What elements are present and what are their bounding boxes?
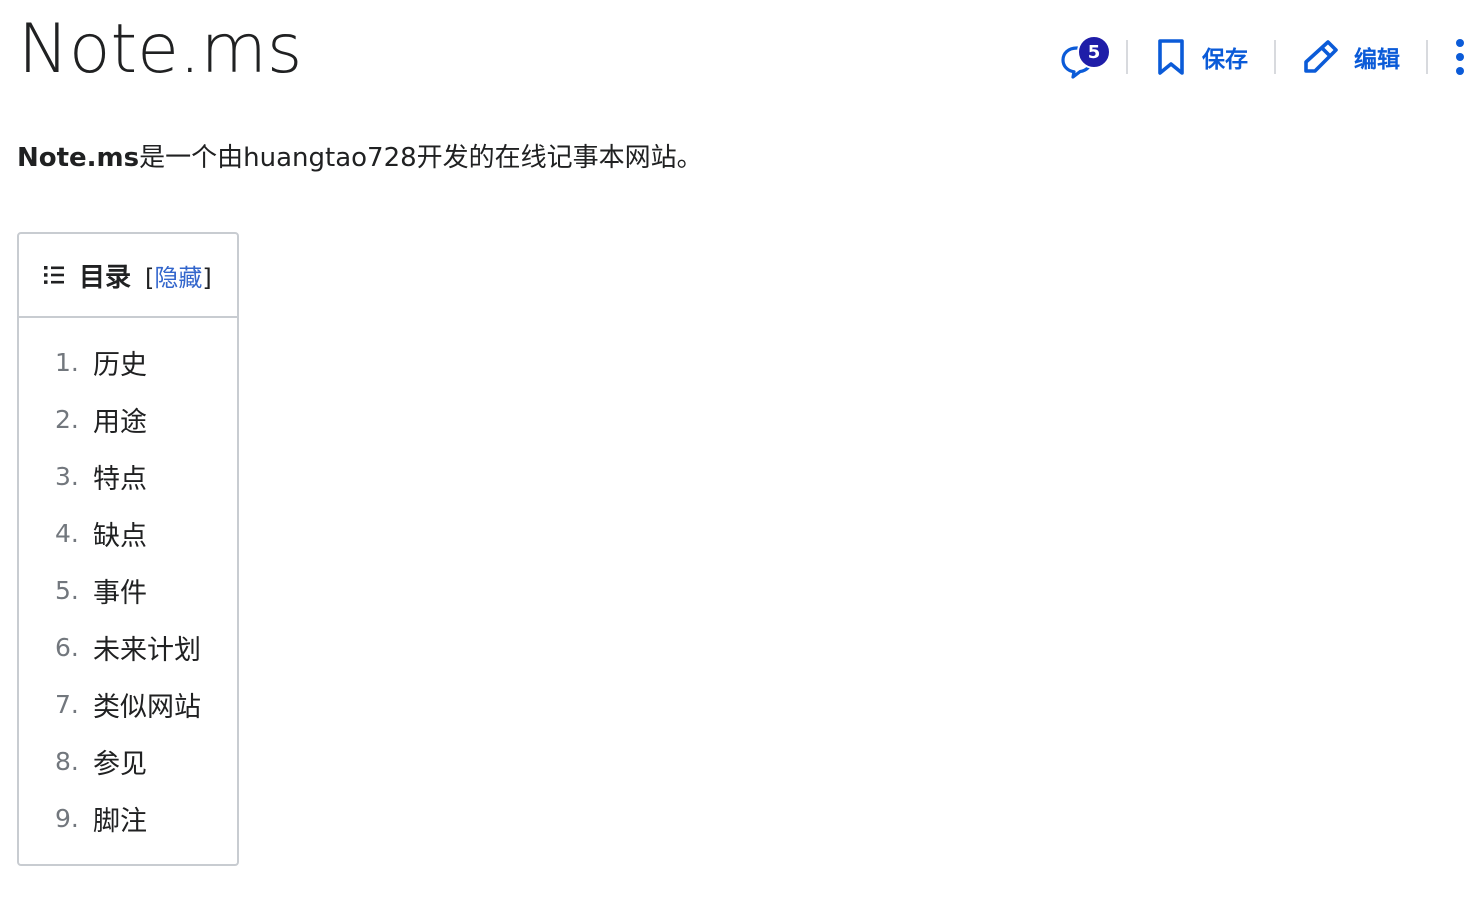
lead-text: 是一个由huangtao728开发的在线记事本网站。	[139, 143, 703, 173]
toc-item[interactable]: 7. 类似网站	[55, 676, 237, 733]
toolbar-divider	[1426, 40, 1428, 74]
toc-bracket-open: [	[145, 263, 155, 292]
toc-title: 目录	[79, 262, 132, 293]
toc-item-label: 缺点	[93, 521, 147, 552]
save-button[interactable]: 保存	[1154, 38, 1248, 76]
toc-item[interactable]: 4. 缺点	[55, 505, 237, 562]
toc-item[interactable]: 1. 历史	[55, 334, 237, 391]
toc-item-label: 类似网站	[93, 692, 201, 723]
toc-item-number: 9.	[55, 804, 79, 833]
toc-item[interactable]: 5. 事件	[55, 562, 237, 619]
toc-item-number: 4.	[55, 519, 79, 548]
toc-item-number: 2.	[55, 405, 79, 434]
toc-hide-link[interactable]: 隐藏	[154, 264, 202, 292]
bulleted-list-icon	[44, 266, 64, 284]
toc-item-label: 脚注	[93, 806, 147, 837]
toolbar-divider	[1274, 40, 1276, 74]
table-of-contents: 目录 [隐藏] 1. 历史 2. 用途 3. 特点 4. 缺点 5. 事件 6. 未来计划 …	[17, 232, 239, 866]
toc-item-label: 历史	[93, 350, 147, 381]
toc-toggle: [隐藏]	[145, 258, 212, 293]
edit-label: 编辑	[1354, 47, 1400, 73]
edit-button[interactable]: 编辑	[1302, 38, 1400, 76]
toc-item[interactable]: 8. 参见	[55, 733, 237, 790]
notification-count-badge: 5	[1077, 35, 1111, 69]
toc-list: 1. 历史 2. 用途 3. 特点 4. 缺点 5. 事件 6. 未来计划 7. 类似网站 8…	[19, 318, 237, 847]
toc-item[interactable]: 6. 未来计划	[55, 619, 237, 676]
toc-item[interactable]: 3. 特点	[55, 448, 237, 505]
toc-bracket-close: ]	[202, 263, 212, 292]
toc-header: 目录 [隐藏]	[19, 234, 237, 318]
page-toolbar: 5 保存 编辑	[1060, 22, 1472, 92]
toc-item-label: 用途	[93, 407, 147, 438]
save-label: 保存	[1202, 47, 1248, 73]
toolbar-divider	[1126, 40, 1128, 74]
lead-paragraph: Note.ms是一个由huangtao728开发的在线记事本网站。	[17, 138, 703, 178]
page-title: Note.ms	[18, 10, 303, 89]
pencil-icon	[1304, 40, 1338, 73]
lead-bold-term: Note.ms	[17, 143, 140, 173]
toc-item-number: 6.	[55, 633, 79, 662]
toc-item-number: 5.	[55, 576, 79, 605]
toc-item-number: 8.	[55, 747, 79, 776]
toc-item-number: 3.	[55, 462, 79, 491]
toc-item[interactable]: 9. 脚注	[55, 790, 237, 847]
more-options-icon[interactable]	[1454, 39, 1466, 75]
toc-item-number: 7.	[55, 690, 79, 719]
toc-item-number: 1.	[55, 348, 79, 377]
toc-item-label: 参见	[93, 749, 147, 780]
toc-item[interactable]: 2. 用途	[55, 391, 237, 448]
toc-item-label: 事件	[93, 578, 147, 609]
toc-item-label: 特点	[93, 464, 147, 495]
toc-item-label: 未来计划	[93, 635, 201, 666]
talk-button[interactable]: 5	[1060, 35, 1111, 79]
bookmark-icon	[1158, 39, 1184, 75]
